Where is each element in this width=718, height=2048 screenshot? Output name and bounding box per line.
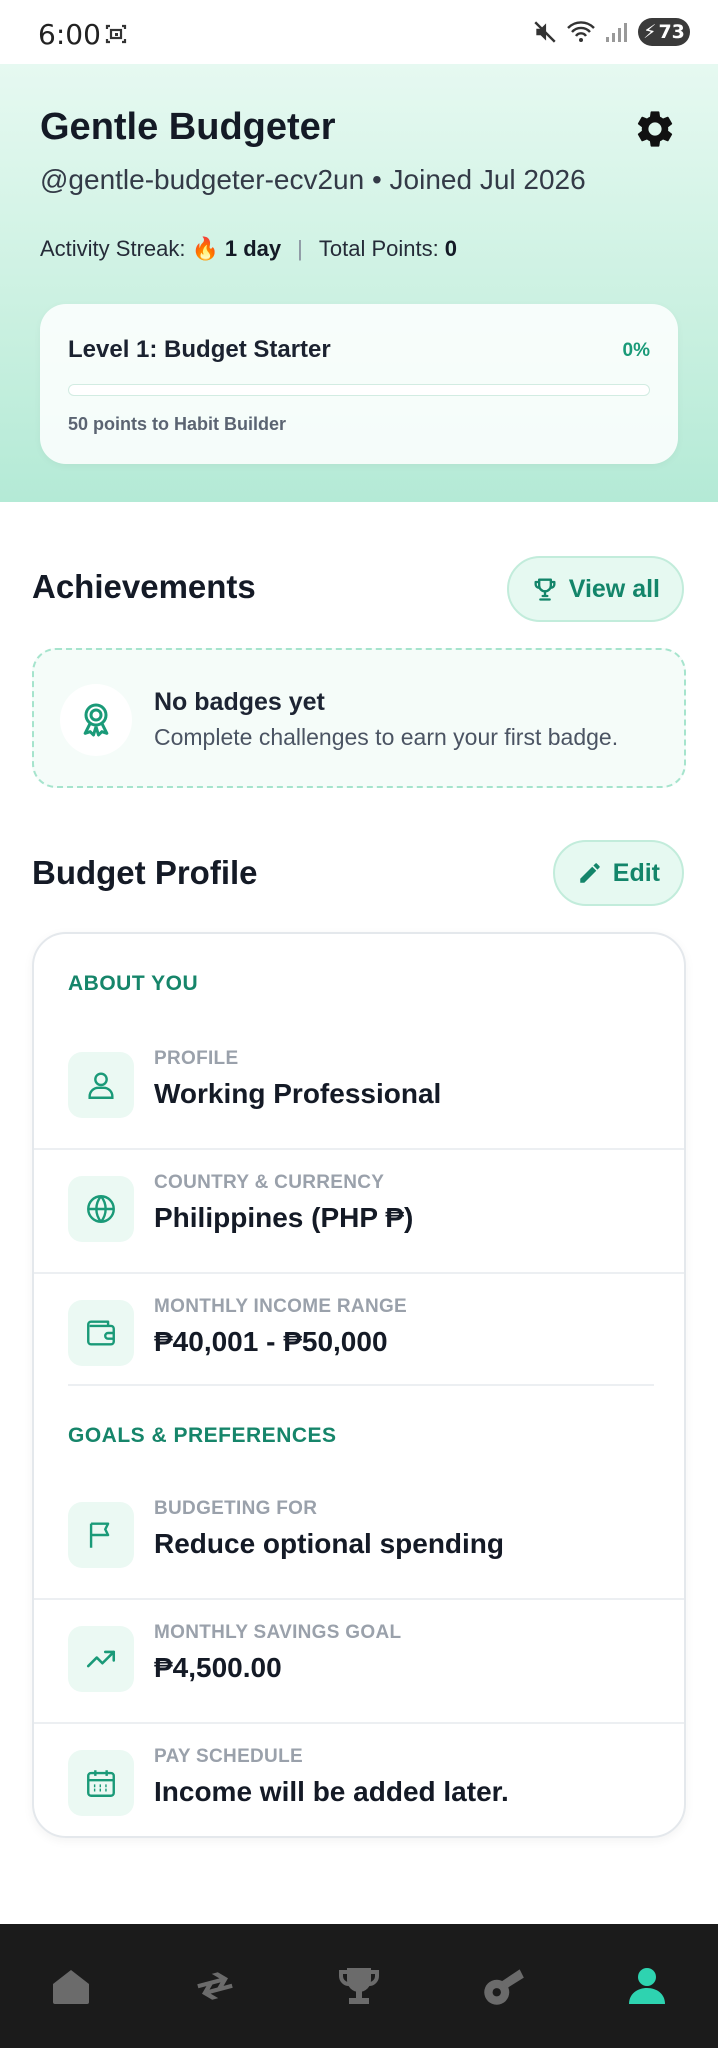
- country-row-label: COUNTRY & CURRENCY: [154, 1172, 385, 1193]
- achievements-title: Achievements: [32, 568, 256, 605]
- pay-schedule-value: Income will be added later.: [154, 1776, 509, 1807]
- activity-stats: Activity Streak: 🔥 1 day | Total Points:…: [40, 236, 457, 262]
- streak-value: 1 day: [224, 236, 282, 261]
- profile-header: Gentle Budgeter @gentle-budgeter-ecv2un …: [0, 64, 718, 502]
- budget-profile-title: Budget Profile: [32, 854, 258, 891]
- trending-up-icon: [86, 1650, 116, 1668]
- row-icon-wrap: [68, 1176, 134, 1242]
- view-all-button[interactable]: View all: [506, 556, 684, 622]
- income-row-value: ₱40,001 - ₱50,000: [154, 1326, 388, 1357]
- section-divider: [68, 1384, 654, 1386]
- level-next-note: 50 points to Habit Builder: [68, 414, 287, 434]
- profile-icon: [629, 1968, 665, 2004]
- status-time: 6:00: [38, 18, 101, 51]
- pencil-icon: [580, 863, 600, 883]
- bottom-navigation: [0, 1924, 718, 2048]
- pay-schedule-row: PAY SCHEDULE Income will be added later.: [34, 1724, 684, 1836]
- profile-row-value: Working Professional: [154, 1078, 442, 1109]
- country-row-value: Philippines (PHP ₱): [154, 1202, 414, 1233]
- row-icon-wrap: [68, 1626, 134, 1692]
- level-progress-bar: [68, 384, 650, 396]
- globe-icon: [87, 1195, 115, 1223]
- profile-row-label: PROFILE: [154, 1048, 239, 1069]
- income-row-label: MONTHLY INCOME RANGE: [154, 1296, 408, 1317]
- streak-label: Activity Streak:: [40, 236, 186, 261]
- pay-schedule-label: PAY SCHEDULE: [154, 1746, 303, 1767]
- battery-level: 73: [658, 21, 685, 43]
- nav-coach[interactable]: [475, 1958, 531, 2014]
- edit-profile-button[interactable]: Edit: [552, 840, 684, 906]
- level-percent: 0%: [622, 340, 650, 361]
- bolt-icon: ⚡: [643, 21, 657, 43]
- nav-profile[interactable]: [619, 1958, 675, 2014]
- nav-home[interactable]: [43, 1958, 99, 2014]
- budgeting-for-row: BUDGETING FOR Reduce optional spending: [34, 1476, 684, 1600]
- points-value: 0: [444, 236, 457, 261]
- screen-record-icon: [105, 24, 127, 44]
- nav-challenges[interactable]: [331, 1958, 387, 2014]
- level-card: Level 1: Budget Starter 0% 50 points to …: [40, 304, 678, 464]
- stats-separator: |: [297, 236, 303, 261]
- fire-icon: 🔥: [191, 236, 219, 261]
- trophy-icon: [534, 578, 556, 601]
- whistle-icon: [484, 1969, 524, 2005]
- row-icon-wrap: [68, 1052, 134, 1118]
- battery-indicator: ⚡ 73: [638, 18, 690, 46]
- status-bar: 6:00 ⚡ 73: [0, 0, 718, 64]
- country-currency-row: COUNTRY & CURRENCY Philippines (PHP ₱): [34, 1150, 684, 1274]
- wallet-icon: [87, 1320, 115, 1346]
- badges-empty-state: No badges yet Complete challenges to ear…: [32, 648, 686, 788]
- savings-goal-row: MONTHLY SAVINGS GOAL ₱4,500.00: [34, 1600, 684, 1724]
- budgeting-for-value: Reduce optional spending: [154, 1528, 505, 1559]
- row-icon-wrap: [68, 1750, 134, 1816]
- badge-icon-wrap: [60, 684, 132, 756]
- budgeting-for-label: BUDGETING FOR: [154, 1498, 318, 1519]
- row-icon-wrap: [68, 1502, 134, 1568]
- goals-preferences-label: GOALS & PREFERENCES: [68, 1424, 337, 1447]
- row-icon-wrap: [68, 1300, 134, 1366]
- no-badges-description: Complete challenges to earn your first b…: [154, 724, 619, 750]
- home-icon: [53, 1970, 89, 2004]
- level-title: Level 1: Budget Starter: [68, 336, 331, 363]
- award-icon: [83, 703, 109, 737]
- no-badges-title: No badges yet: [154, 688, 325, 716]
- gear-icon: [637, 111, 673, 147]
- profile-name: Gentle Budgeter: [40, 106, 336, 148]
- settings-button[interactable]: [630, 104, 680, 154]
- about-you-label: ABOUT YOU: [68, 972, 199, 995]
- transfer-icon: [197, 1972, 233, 2000]
- trophy-icon: [339, 1968, 379, 2004]
- edit-label: Edit: [612, 858, 660, 887]
- nav-transactions[interactable]: [187, 1958, 243, 2014]
- profile-handle: @gentle-budgeter-ecv2un • Joined Jul 202…: [40, 164, 586, 195]
- mute-icon: [534, 21, 556, 43]
- user-icon: [88, 1072, 114, 1099]
- view-all-label: View all: [568, 574, 660, 603]
- savings-goal-value: ₱4,500.00: [154, 1652, 282, 1683]
- wifi-icon: [567, 21, 595, 42]
- budget-profile-card: ABOUT YOU PROFILE Working Professional C…: [32, 932, 686, 1838]
- income-range-row: MONTHLY INCOME RANGE ₱40,001 - ₱50,000: [34, 1274, 684, 1398]
- profile-row: PROFILE Working Professional: [34, 1026, 684, 1150]
- points-label: Total Points:: [318, 236, 439, 261]
- signal-icon: [606, 23, 627, 42]
- calendar-icon: [87, 1770, 115, 1797]
- flag-icon: [89, 1522, 110, 1548]
- savings-goal-label: MONTHLY SAVINGS GOAL: [154, 1622, 402, 1643]
